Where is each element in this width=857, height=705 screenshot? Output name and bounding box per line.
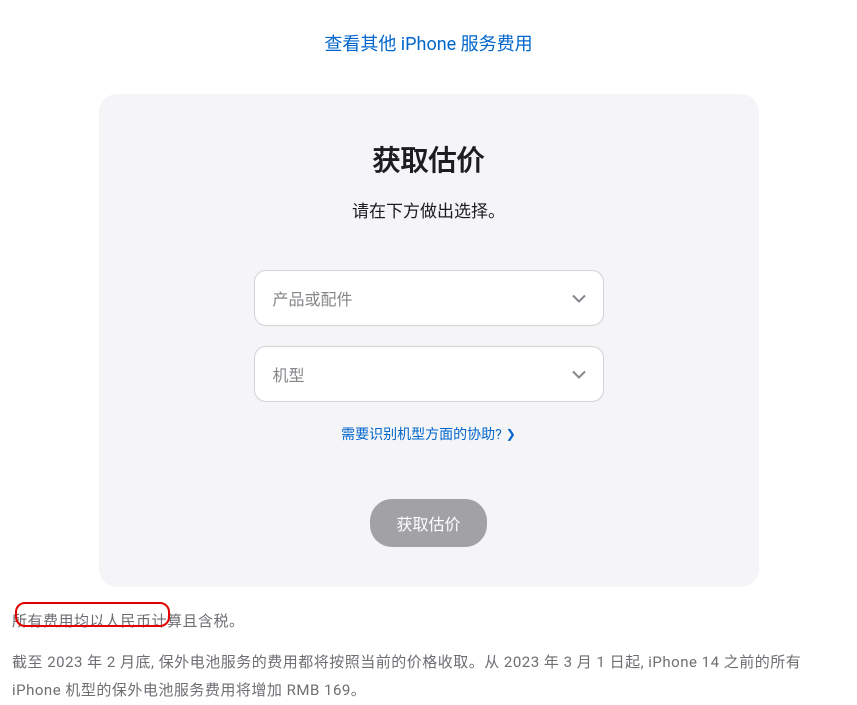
identify-model-help-link[interactable]: 需要识别机型方面的协助? ❯ xyxy=(341,424,516,444)
other-iphone-service-link[interactable]: 查看其他 iPhone 服务费用 xyxy=(324,34,532,55)
footer-notes: 所有费用均以人民币计算且含税。 截至 2023 年 2 月底, 保外电池服务的费… xyxy=(10,587,847,705)
card-title: 获取估价 xyxy=(139,139,719,179)
model-select-wrapper: 机型 xyxy=(254,346,604,402)
product-select-placeholder: 产品或配件 xyxy=(273,286,353,310)
footer-currency-note: 所有费用均以人民币计算且含税。 xyxy=(12,607,845,636)
model-select-placeholder: 机型 xyxy=(273,362,305,386)
product-select[interactable]: 产品或配件 xyxy=(254,270,604,326)
get-estimate-button[interactable]: 获取估价 xyxy=(370,499,486,547)
chevron-right-icon: ❯ xyxy=(506,427,516,441)
chevron-down-icon xyxy=(571,289,587,308)
top-service-link-wrapper: 查看其他 iPhone 服务费用 xyxy=(10,30,847,56)
estimate-card: 获取估价 请在下方做出选择。 产品或配件 机型 xyxy=(99,94,759,587)
product-select-wrapper: 产品或配件 xyxy=(254,270,604,326)
chevron-down-icon xyxy=(571,365,587,384)
card-subtitle: 请在下方做出选择。 xyxy=(139,197,719,222)
help-link-label: 需要识别机型方面的协助? xyxy=(341,424,502,444)
model-select[interactable]: 机型 xyxy=(254,346,604,402)
footer-price-increase-note: 截至 2023 年 2 月底, 保外电池服务的费用都将按照当前的价格收取。从 2… xyxy=(12,648,845,705)
